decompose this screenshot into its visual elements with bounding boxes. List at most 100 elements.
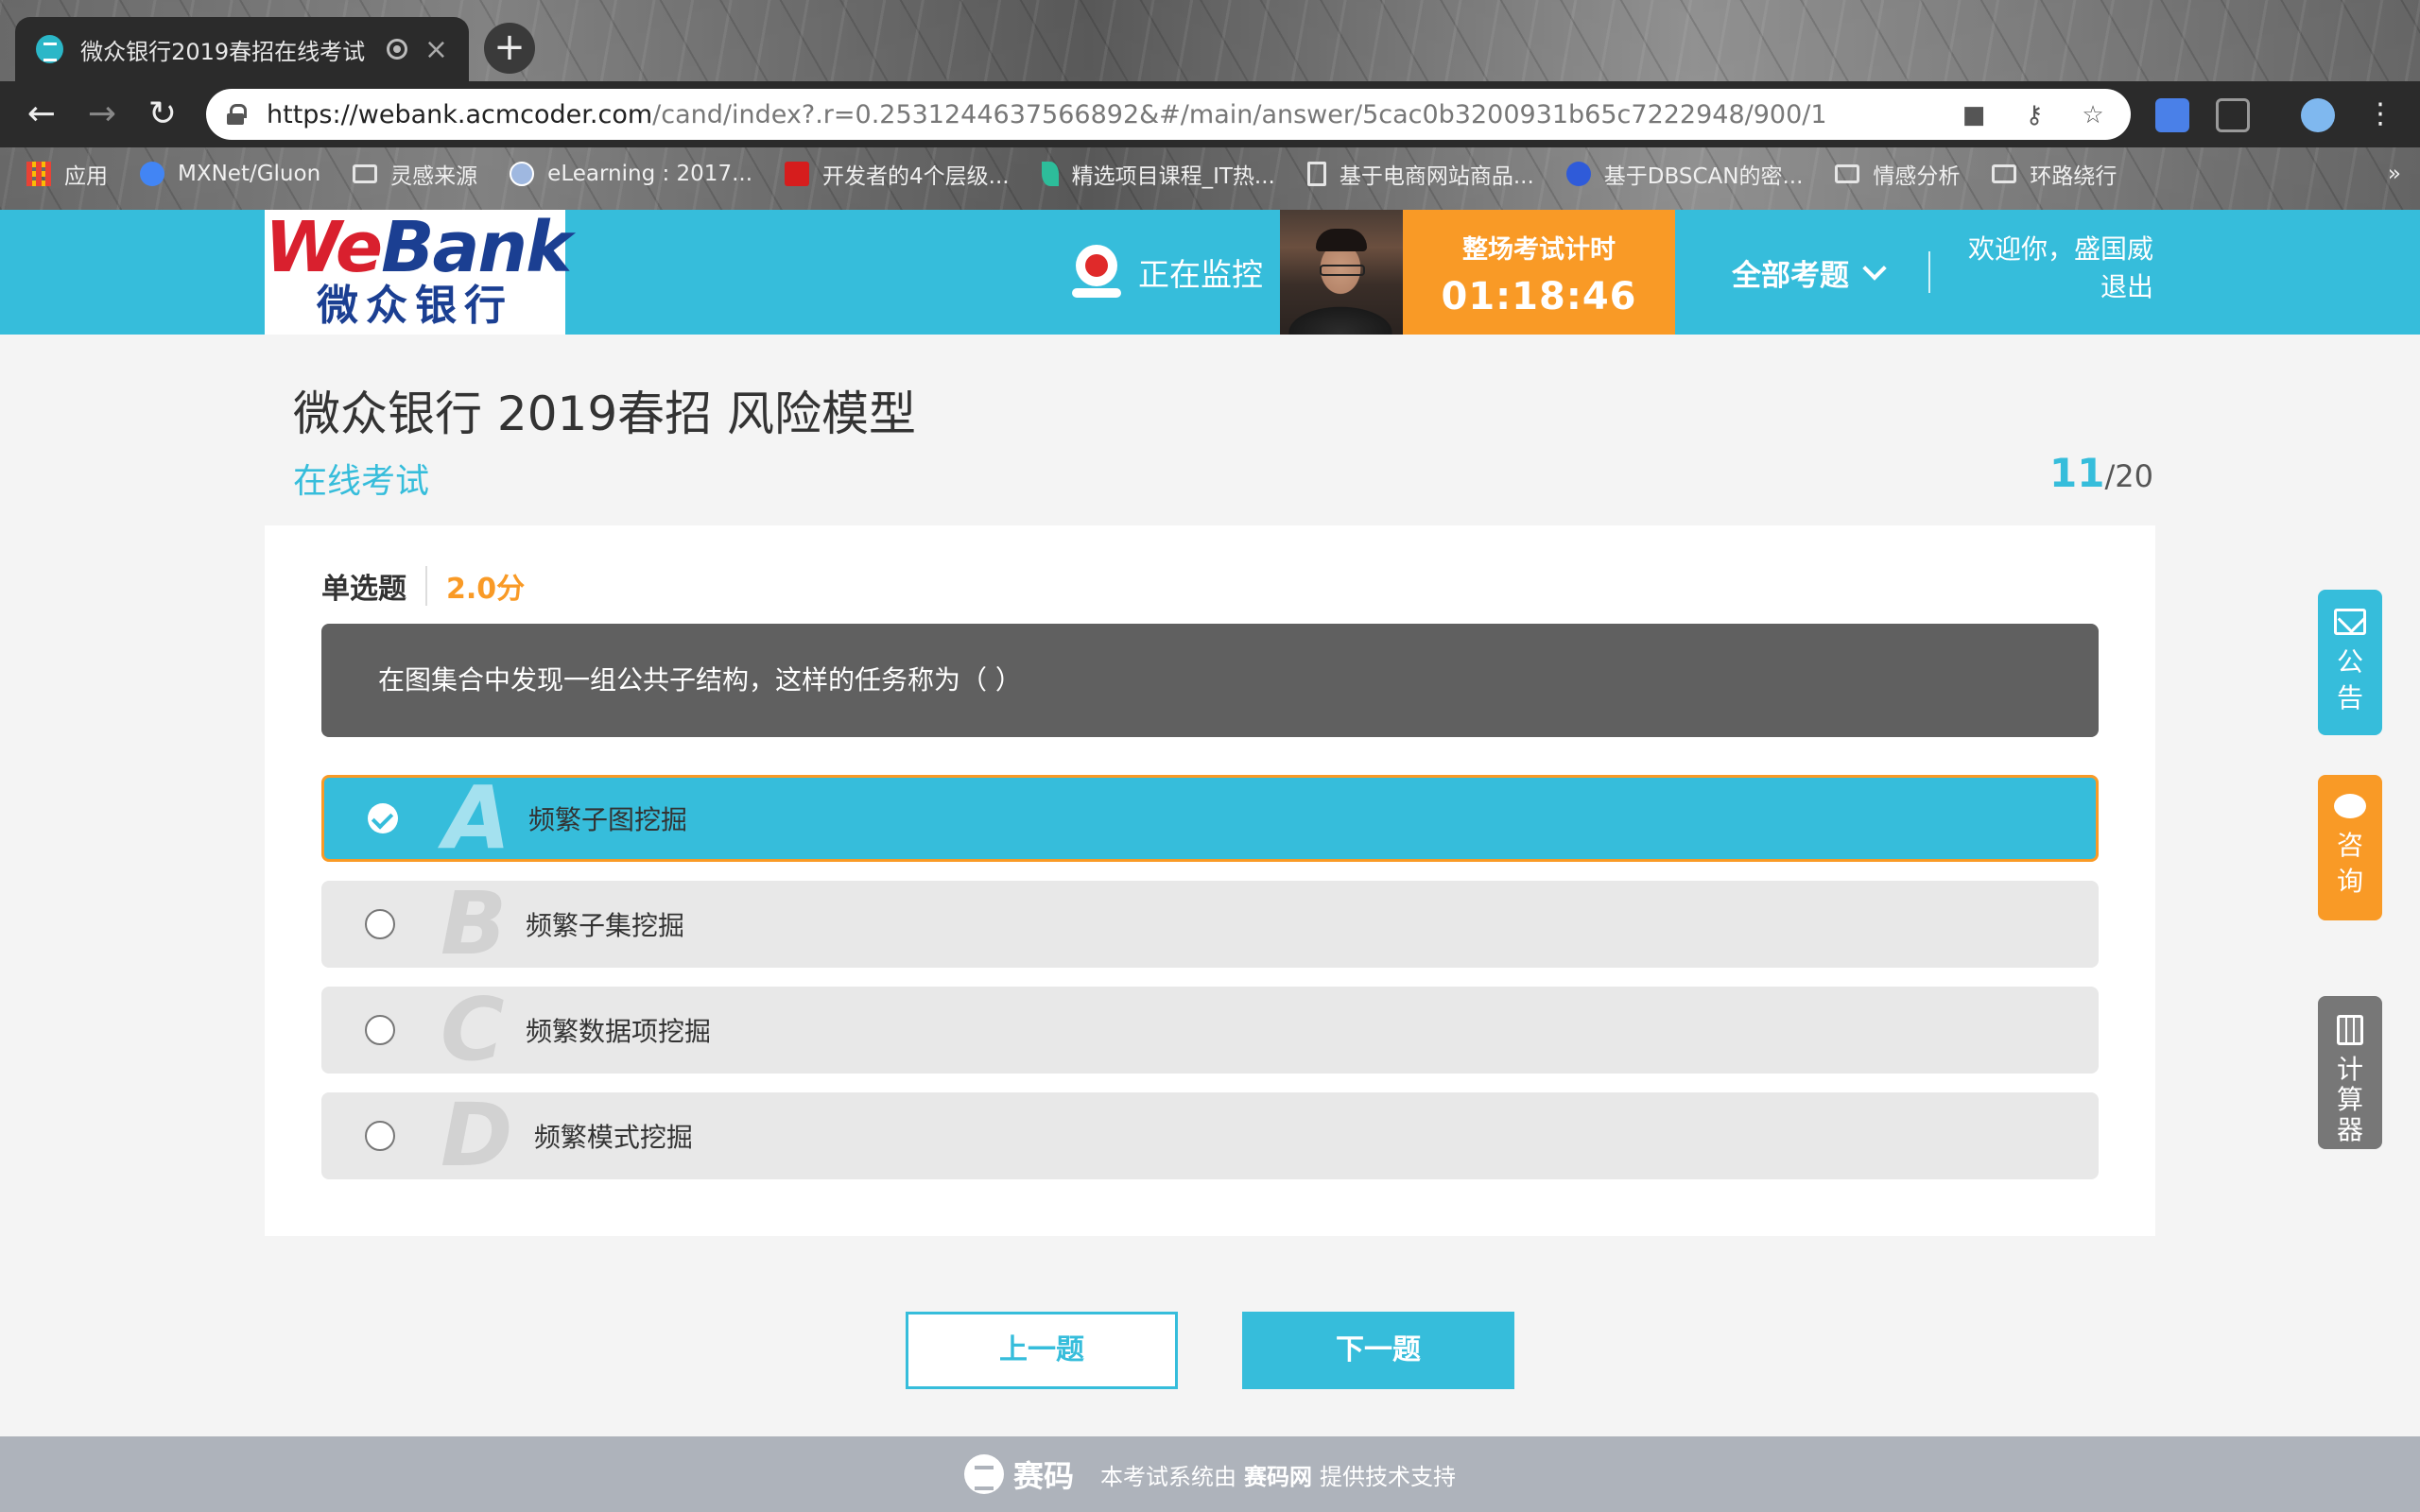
bookmark-label: 情感分析 [1873, 164, 1961, 189]
menu-kebab-icon[interactable]: ⋮ [2360, 94, 2401, 136]
all-questions-label: 全部考题 [1732, 259, 1849, 293]
chevron-down-icon [1862, 255, 1887, 281]
option-text: 频繁子集挖掘 [526, 910, 685, 941]
bookmark-label: 灵感来源 [390, 164, 478, 189]
option-text: 频繁子图挖掘 [528, 804, 688, 835]
camera-icon[interactable]: ■ [1961, 102, 1987, 129]
option-letter: C [441, 979, 505, 1080]
bookmark-item[interactable]: 精选项目课程_IT热... [1041, 158, 1275, 190]
bookmark-item[interactable]: MXNet/Gluon [140, 162, 320, 186]
star-bookmark-icon[interactable]: ☆ [2080, 102, 2106, 129]
logout-link[interactable]: 退出 [1968, 268, 2153, 306]
bookmark-label: 精选项目课程_IT热... [1071, 164, 1275, 189]
browser-chrome: 微众银行2019春招在线考试 × + ← → ↻ https://webank.… [0, 0, 2420, 210]
bookmark-item[interactable]: 基于电商网站商品... [1306, 158, 1534, 190]
calculator-icon [2337, 1015, 2363, 1045]
question-counter: 11/20 [2049, 450, 2153, 496]
calc-label-3: 器 [2336, 1114, 2363, 1145]
calculator-tab[interactable]: 计 算 器 [2318, 996, 2382, 1149]
timer-label: 整场考试计时 [1462, 235, 1616, 265]
tab-close-icon[interactable]: × [424, 33, 448, 66]
bookmark-label: 环路绕行 [2030, 164, 2118, 189]
globe-icon [510, 162, 535, 186]
reader-extension-icon[interactable] [2216, 98, 2250, 132]
recording-indicator-icon [387, 39, 407, 60]
consult-tab[interactable]: 咨 询 [2318, 775, 2382, 920]
footer-text-pre: 本考试系统由 [1100, 1463, 1236, 1490]
notice-tab[interactable]: 公 告 [2318, 590, 2382, 735]
bookmark-label: eLearning : 2017... [547, 162, 753, 186]
footer-text-brand[interactable]: 赛码网 [1244, 1458, 1312, 1491]
logo-bank: Bank [381, 207, 572, 288]
saima-logo-icon [963, 1454, 1004, 1494]
question-card: 单选题 2.0分 在图集合中发现一组公共子结构，这样的任务称为（ ） A 频繁子… [265, 525, 2155, 1236]
translate-extension-icon[interactable] [2155, 98, 2189, 132]
bookmark-label: 开发者的4个层级... [822, 164, 1010, 189]
url-text: https://webank.acmcoder.com/cand/index?.… [267, 100, 1827, 129]
new-tab-button[interactable]: + [484, 23, 535, 74]
radio-icon[interactable] [365, 909, 395, 939]
option-a[interactable]: A 频繁子图挖掘 [321, 775, 2099, 862]
webank-logo: WeBank 微众银行 [265, 207, 572, 335]
radio-icon[interactable] [365, 1121, 395, 1151]
envelope-icon [2334, 609, 2366, 635]
monitor-label: 正在监控 [1138, 256, 1263, 293]
option-text: 频繁模式挖掘 [526, 1122, 693, 1153]
total-questions: /20 [2104, 458, 2154, 494]
option-b[interactable]: B 频繁子集挖掘 [321, 881, 2099, 968]
bookmark-item[interactable]: 应用 [26, 158, 108, 190]
next-question-button[interactable]: 下一题 [1242, 1312, 1514, 1389]
folder-icon [1835, 164, 1860, 183]
bookmark-item[interactable]: eLearning : 2017... [510, 162, 752, 186]
browser-tab-active[interactable]: 微众银行2019春招在线考试 × [15, 17, 469, 81]
bookmark-item[interactable]: 环路绕行 [1992, 158, 2117, 190]
bookmark-item[interactable]: 灵感来源 [353, 158, 477, 190]
bookmark-item[interactable]: 基于DBSCAN的密... [1565, 158, 1804, 190]
back-arrow-icon[interactable]: ← [21, 94, 62, 136]
radio-icon[interactable] [365, 1015, 395, 1045]
bookmark-label: 基于DBSCAN的密... [1603, 164, 1804, 189]
forward-arrow-icon[interactable]: → [81, 94, 123, 136]
page-icon [1306, 162, 1326, 186]
bookmark-item[interactable]: 情感分析 [1835, 158, 1960, 190]
notice-label-1: 公 [2336, 646, 2363, 678]
prev-question-button[interactable]: 上一题 [906, 1312, 1178, 1389]
leaf-icon [1041, 162, 1059, 186]
footer-brand: 赛码 [1012, 1458, 1074, 1494]
all-questions-dropdown[interactable]: 全部考题 [1732, 251, 1887, 294]
header-divider [1928, 251, 1930, 293]
question-stem: 在图集合中发现一组公共子结构，这样的任务称为（ ） [321, 624, 2099, 737]
address-bar[interactable]: https://webank.acmcoder.com/cand/index?.… [206, 89, 2131, 140]
bookmarks-more-chevron-icon[interactable]: » [2388, 162, 2401, 186]
option-d[interactable]: D 频繁模式挖掘 [321, 1092, 2099, 1179]
bookmark-label: 应用 [64, 164, 108, 189]
option-letter: D [441, 1085, 513, 1186]
option-letter: B [441, 873, 508, 974]
question-score: 2.0分 [446, 573, 526, 606]
reload-icon[interactable]: ↻ [142, 94, 183, 136]
key-icon[interactable]: ⚷ [2021, 102, 2048, 129]
calc-label-2: 算 [2336, 1084, 2363, 1115]
consult-label-1: 咨 [2336, 830, 2363, 861]
g-icon [140, 162, 164, 186]
option-c[interactable]: C 频繁数据项挖掘 [321, 987, 2099, 1074]
browser-toolbar: ← → ↻ https://webank.acmcoder.com/cand/i… [0, 81, 2420, 147]
consult-label-2: 询 [2336, 866, 2363, 897]
question-meta: 单选题 2.0分 [321, 565, 525, 607]
meta-divider [425, 566, 427, 606]
logo-chinese: 微众银行 [317, 282, 513, 330]
bookmarks-bar: 应用 MXNet/Gluon 灵感来源 eLearning : 2017... 开发者的… [0, 147, 2420, 200]
bookmark-item[interactable]: 开发者的4个层级... [785, 158, 1010, 190]
exam-subtitle: 在线考试 [293, 462, 430, 501]
lock-icon [227, 104, 247, 125]
folder-icon [353, 164, 378, 183]
apps-grid-icon [26, 162, 51, 186]
radio-check-icon[interactable] [368, 803, 398, 833]
c-icon [785, 162, 810, 186]
exam-timer: 整场考试计时 01:18:46 [1403, 210, 1675, 335]
welcome-text: 欢迎你，盛国威 [1967, 233, 2153, 265]
folder-icon [1992, 164, 2017, 183]
logo-we: We [265, 207, 383, 288]
profile-avatar-icon[interactable] [2301, 98, 2335, 132]
saima-favicon-icon [36, 35, 64, 63]
